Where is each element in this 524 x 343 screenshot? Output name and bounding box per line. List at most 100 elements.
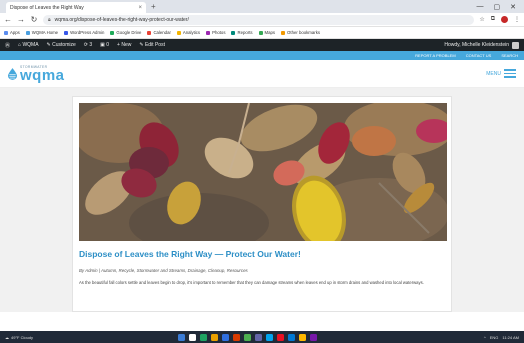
- search-link[interactable]: Search: [501, 53, 518, 58]
- language-indicator[interactable]: ENG: [490, 335, 499, 340]
- taskbar-app-icon[interactable]: [255, 333, 262, 341]
- bookmark-label: Reports: [237, 30, 253, 35]
- main-content: Dispose of Leaves the Right Way — Protec…: [0, 88, 524, 312]
- bookmark-favicon-icon: [206, 30, 211, 35]
- taskbar-app-icon[interactable]: [178, 333, 185, 341]
- maximize-icon[interactable]: ▢: [494, 3, 501, 11]
- bookmark-favicon-icon: [110, 30, 115, 35]
- bookmark-item[interactable]: Apps: [4, 30, 20, 35]
- wp-admin-bar: Ⓦ ⌂ WQMA ✎ Customize ⟳ 3 ▣ 0 + New ✎ Edi…: [0, 39, 524, 51]
- wp-new[interactable]: + New: [117, 42, 131, 48]
- wp-customize-label: Customize: [52, 42, 76, 48]
- star-icon[interactable]: ☆: [479, 16, 484, 23]
- wp-comments[interactable]: ▣ 0: [100, 42, 109, 48]
- bookmark-label: WordPress Admin: [70, 30, 105, 35]
- taskbar-app-icon[interactable]: [222, 333, 229, 341]
- bookmarks-bar: Apps WQMA Home WordPress Admin Google Drive…: [0, 27, 524, 39]
- system-tray: ^ ENG 11:24 AM: [484, 335, 519, 340]
- minimize-icon[interactable]: —: [477, 3, 484, 11]
- tab-close-icon[interactable]: ×: [138, 5, 142, 11]
- bookmark-label: Analytics: [182, 30, 201, 35]
- url-text: wqma.org/dispose-of-leaves-the-right-way…: [54, 16, 189, 23]
- bookmark-label: Google Drive: [116, 30, 142, 35]
- user-avatar: [512, 41, 519, 49]
- bookmark-item[interactable]: Photos: [206, 30, 225, 35]
- bookmark-favicon-icon: [176, 30, 181, 35]
- bookmark-favicon-icon: [25, 30, 30, 35]
- bookmark-favicon-icon: [147, 30, 152, 35]
- reload-icon[interactable]: ↻: [30, 15, 38, 24]
- bookmark-item[interactable]: Reports: [231, 30, 253, 35]
- post-byline: By Admin | Autumn, Recycle, Stormwater a…: [79, 268, 248, 273]
- site-logo[interactable]: STORMWATER wqma: [8, 65, 65, 84]
- hamburger-icon: [504, 69, 516, 78]
- taskbar-app-icon[interactable]: [266, 333, 273, 341]
- post-excerpt: As the beautiful fall colors settle and …: [79, 280, 424, 285]
- close-window-icon[interactable]: ✕: [510, 3, 516, 11]
- forward-icon[interactable]: →: [17, 15, 25, 24]
- weather-text: 49°F Cloudy: [11, 334, 34, 340]
- browser-tabbar: Dispose of Leaves the Right Way × + — ▢ …: [0, 0, 524, 13]
- bookmark-favicon-icon: [231, 30, 236, 35]
- bookmark-item[interactable]: Google Drive: [110, 30, 141, 35]
- lock-icon[interactable]: 🔒︎: [48, 17, 51, 23]
- bookmark-item[interactable]: Other bookmarks: [281, 30, 320, 35]
- taskbar-app-icon[interactable]: [277, 333, 284, 341]
- weather-widget[interactable]: ☁ 49°F Cloudy: [5, 335, 33, 340]
- taskbar-app-icon[interactable]: [233, 333, 240, 341]
- wp-customize[interactable]: ✎ Customize: [47, 42, 76, 48]
- bookmark-label: Maps: [264, 30, 276, 35]
- wordpress-logo-icon[interactable]: Ⓦ: [5, 42, 10, 49]
- taskbar-app-icon[interactable]: [299, 333, 306, 341]
- tray-overflow-icon[interactable]: ^: [484, 335, 486, 340]
- logo-wordmark: wqma: [20, 67, 65, 84]
- taskbar-app-icon[interactable]: [200, 333, 207, 341]
- url-bar[interactable]: 🔒︎ wqma.org/dispose-of-leaves-the-right-…: [43, 14, 475, 25]
- taskbar-app-icon[interactable]: [211, 333, 218, 341]
- bookmark-label: Other bookmarks: [287, 30, 321, 35]
- back-icon[interactable]: ←: [4, 15, 12, 24]
- browser-tab[interactable]: Dispose of Leaves the Right Way ×: [6, 2, 146, 13]
- wp-site-name[interactable]: ⌂ WQMA: [18, 42, 39, 48]
- fallen-leaves-photo: [79, 103, 447, 241]
- taskbar-app-icon[interactable]: [244, 333, 251, 341]
- bookmark-item[interactable]: Maps: [258, 30, 276, 35]
- bookmark-favicon-icon: [281, 30, 286, 35]
- post-card: Dispose of Leaves the Right Way — Protec…: [72, 96, 452, 312]
- taskbar-app-icon[interactable]: [189, 333, 196, 341]
- menu-label: MENU: [486, 70, 501, 77]
- new-tab-button[interactable]: +: [151, 2, 156, 11]
- wp-site-label: WQMA: [22, 42, 39, 48]
- wp-account[interactable]: Howdy, Michelle Kleidenstein: [444, 41, 519, 49]
- bookmark-label: Apps: [10, 30, 20, 35]
- bookmark-item[interactable]: Analytics: [176, 30, 201, 35]
- taskbar-app-icon[interactable]: [288, 333, 295, 341]
- report-problem-link[interactable]: Report a Problem: [415, 53, 456, 58]
- chrome-menu-icon[interactable]: ⋮: [514, 16, 520, 23]
- wp-comments-count: 0: [106, 42, 110, 48]
- wp-edit-label: Edit Post: [144, 42, 165, 48]
- menu-button[interactable]: MENU: [486, 69, 516, 78]
- wp-edit-post[interactable]: ✎ Edit Post: [139, 42, 165, 48]
- clock[interactable]: 11:24 AM: [502, 335, 519, 340]
- site-header: STORMWATER wqma MENU: [0, 60, 524, 88]
- tab-title: Dispose of Leaves the Right Way: [10, 4, 84, 11]
- bookmark-label: Photos: [212, 30, 226, 35]
- bookmark-item[interactable]: WordPress Admin: [64, 30, 104, 35]
- profile-avatar[interactable]: [501, 16, 508, 23]
- bookmark-item[interactable]: WQMA Home: [25, 30, 58, 35]
- wp-updates[interactable]: ⟳ 3: [84, 42, 92, 48]
- window-controls: — ▢ ✕: [477, 3, 524, 11]
- water-drop-icon: [8, 67, 17, 80]
- site-utility-bar: Report a Problem Contact Us Search: [0, 51, 524, 60]
- taskbar-app-icon[interactable]: [310, 333, 317, 341]
- bookmark-favicon-icon: [258, 30, 263, 35]
- bookmark-item[interactable]: Calendar: [147, 30, 171, 35]
- howdy-text: Howdy, Michelle Kleidenstein: [444, 42, 509, 48]
- wp-updates-count: 3: [89, 42, 93, 48]
- bookmark-favicon-icon: [4, 30, 8, 35]
- post-title[interactable]: Dispose of Leaves the Right Way — Protec…: [79, 249, 445, 259]
- contact-us-link[interactable]: Contact Us: [466, 53, 492, 58]
- cloud-icon: ☁: [5, 334, 9, 340]
- extensions-icon[interactable]: ⧉: [491, 16, 495, 23]
